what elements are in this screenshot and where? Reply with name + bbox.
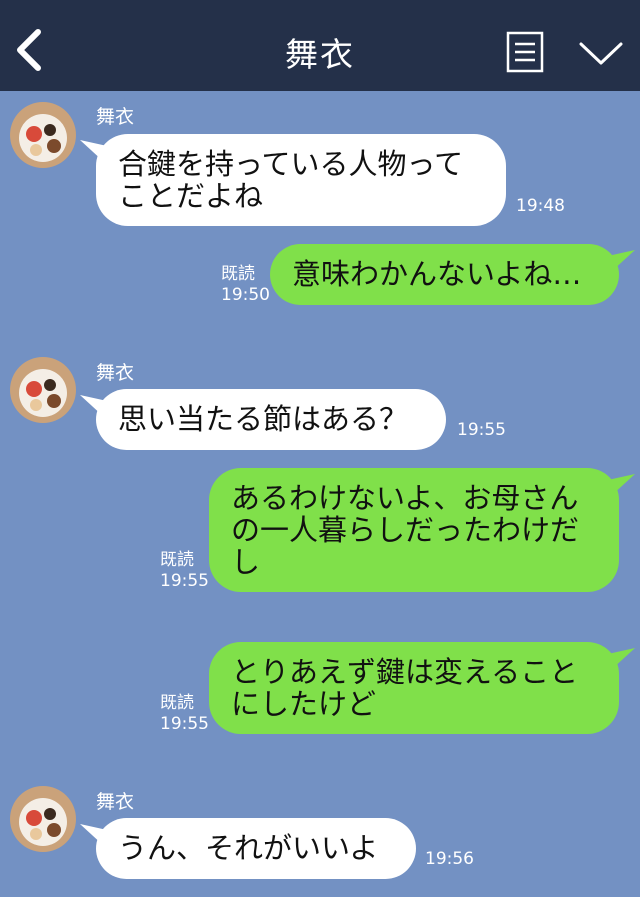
- chat-title: 舞衣: [285, 35, 355, 74]
- note-icon[interactable]: [506, 31, 544, 73]
- chevron-down-icon[interactable]: [578, 38, 624, 68]
- sender-name: 舞衣: [96, 106, 135, 128]
- message-time: 19:55: [160, 714, 209, 734]
- message-bubble[interactable]: とりあえず鍵は変えることにしたけど: [209, 642, 619, 734]
- chat-header: 舞衣: [0, 0, 640, 91]
- avatar[interactable]: [10, 102, 76, 168]
- message-bubble[interactable]: 意味わかんないよね…: [270, 244, 619, 305]
- sender-name: 舞衣: [96, 362, 135, 384]
- avatar[interactable]: [10, 357, 76, 423]
- message-time: 19:56: [425, 849, 474, 869]
- message-time: 19:48: [516, 196, 565, 216]
- sender-name: 舞衣: [96, 791, 135, 813]
- message-bubble[interactable]: うん、それがいいよ: [96, 818, 416, 879]
- read-receipt: 既読: [221, 264, 255, 284]
- message-time: 19:55: [457, 420, 506, 440]
- message-bubble[interactable]: 合鍵を持っている人物ってことだよね: [96, 134, 506, 226]
- read-receipt: 既読: [160, 693, 194, 713]
- read-receipt: 既読: [160, 550, 194, 570]
- message-time: 19:55: [160, 571, 209, 591]
- message-bubble[interactable]: あるわけないよ、お母さんの一人暮らしだったわけだし: [209, 468, 619, 592]
- message-bubble[interactable]: 思い当たる節はある？: [96, 389, 446, 450]
- avatar[interactable]: [10, 786, 76, 852]
- message-time: 19:50: [221, 285, 270, 305]
